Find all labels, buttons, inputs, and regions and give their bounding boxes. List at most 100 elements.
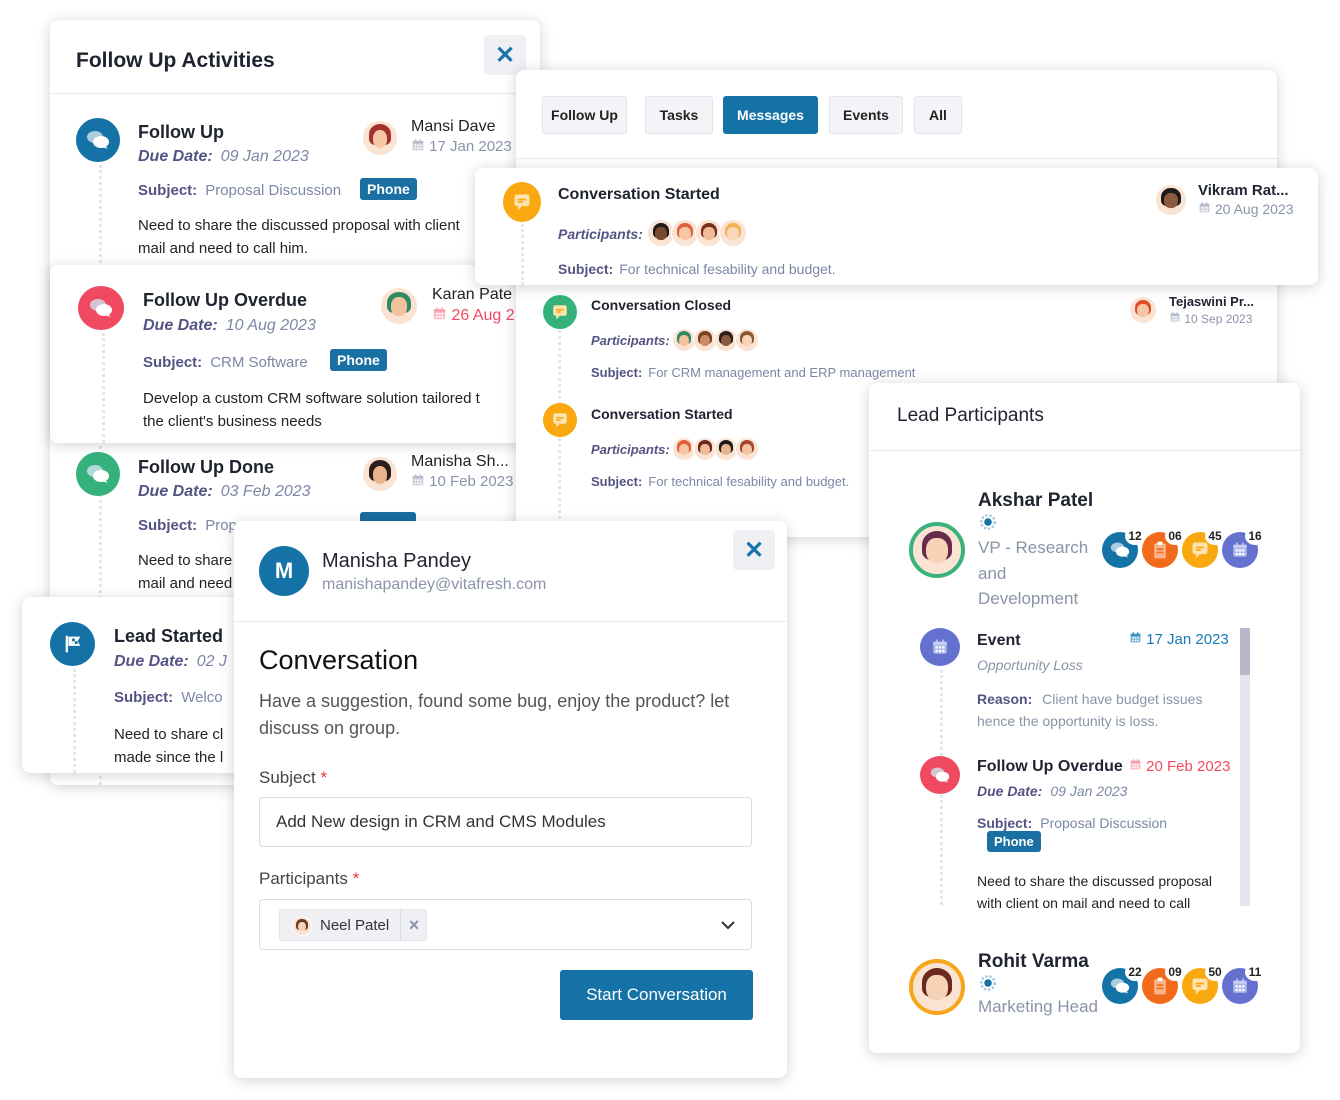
- participant-avatar: [735, 437, 759, 461]
- activity-date: 10 Feb 2023: [411, 473, 513, 490]
- activity-date: 26 Aug 2: [432, 306, 515, 325]
- user-name: Mansi Dave: [411, 118, 496, 135]
- activity-title: Follow Up Overdue: [143, 290, 308, 310]
- user-name: Manisha Sh...: [411, 453, 509, 470]
- conversation-title: Conversation Started: [558, 186, 720, 203]
- chat-icon: [76, 118, 120, 162]
- calendar-icon: [1129, 758, 1142, 771]
- avatar: M: [259, 546, 309, 596]
- participants-label: Participants *: [259, 869, 360, 888]
- chevron-down-icon[interactable]: [720, 917, 736, 933]
- panel-title: Lead Participants: [897, 405, 1044, 426]
- divider: [234, 621, 787, 622]
- conversation-started-card[interactable]: Conversation Started Participants: Subje…: [475, 168, 1318, 285]
- panel-title: Follow Up Activities: [76, 49, 275, 72]
- subject: Subject: For CRM management and ERP manag…: [591, 365, 916, 380]
- subject: Subject: Welco: [114, 689, 223, 706]
- remove-chip-button[interactable]: ×: [400, 910, 427, 940]
- close-button[interactable]: ✕: [733, 530, 775, 570]
- avatar: [362, 456, 398, 492]
- user-name: Vikram Rat...: [1198, 182, 1289, 199]
- phone-badge: Phone: [987, 831, 1041, 852]
- divider: [869, 450, 1300, 451]
- conversation-title: Conversation Started: [591, 406, 733, 422]
- reason: Reason: Client have budget issues hence t…: [977, 691, 1203, 729]
- conversation-date: 20 Aug 2023: [1198, 201, 1294, 217]
- participant-avatar[interactable]: [909, 959, 965, 1015]
- participants-label: Participants:: [591, 333, 670, 348]
- due-date: Due Date: 02 J: [114, 653, 227, 670]
- description: Need to share the discussed proposal with…: [977, 873, 1213, 911]
- avatar: [1129, 296, 1157, 324]
- participants-label: Participants:: [558, 226, 643, 242]
- close-button[interactable]: ✕: [484, 35, 526, 75]
- due-date: Due Date: 09 Jan 2023: [977, 783, 1128, 799]
- tab-tasks[interactable]: Tasks: [645, 96, 713, 134]
- subject: Subject: CRM Software: [143, 354, 308, 371]
- chat-icon: [920, 756, 960, 794]
- activity-date: 17 Jan 2023: [1129, 631, 1229, 648]
- avatar: [380, 287, 418, 325]
- user-name: Tejaswini Pr...: [1169, 294, 1255, 309]
- participants-label: Participants:: [591, 442, 670, 457]
- user-name: Karan Pate: [432, 286, 513, 303]
- scrollbar[interactable]: [1240, 628, 1250, 906]
- activity-date: 20 Feb 2023: [1129, 758, 1230, 775]
- tab-follow-up[interactable]: Follow Up: [542, 96, 627, 134]
- scrollbar-thumb[interactable]: [1240, 628, 1250, 675]
- activity-date: 17 Jan 2023: [411, 138, 512, 155]
- calendar-icon: [1129, 631, 1142, 644]
- phone-badge: Phone: [330, 349, 387, 371]
- due-date: Due Date: 03 Feb 2023: [138, 483, 311, 500]
- calendar-icon: [1169, 311, 1181, 323]
- follow-up-overdue-card[interactable]: Follow Up Overdue Due Date: 10 Aug 2023 K…: [50, 265, 530, 443]
- participant-name: Akshar Patel: [978, 490, 1094, 511]
- modal-title: Conversation: [259, 645, 419, 675]
- divider: [50, 93, 540, 94]
- calendar-icon: [411, 473, 425, 487]
- subject-label: Subject *: [259, 768, 328, 787]
- conversation-modal: M Manisha Pandey manishapandey@vitafresh…: [234, 521, 787, 1078]
- message-icon: [543, 295, 577, 329]
- message-icon: [503, 182, 541, 222]
- subject: Subject: Proposal Discussion: [138, 182, 342, 199]
- participant-chip: Neel Patel ×: [279, 909, 427, 941]
- participant-avatar: [735, 328, 759, 352]
- due-date: Due Date: 10 Aug 2023: [143, 317, 316, 334]
- chip-avatar: [292, 916, 312, 936]
- activity-subtitle: Opportunity Loss: [977, 657, 1083, 673]
- tab-all[interactable]: All: [914, 96, 962, 134]
- participant-avatar[interactable]: [909, 522, 965, 578]
- description: Need to share mail and need: [138, 552, 233, 592]
- participant-role: VP - Research and Development: [978, 538, 1089, 608]
- description: Need to share cl made since the l: [114, 726, 224, 766]
- activity-title: Event: [977, 632, 1021, 649]
- subject-input[interactable]: Add New design in CRM and CMS Modules: [259, 797, 752, 847]
- divider: [516, 158, 1277, 159]
- message-icon: [543, 403, 577, 437]
- avatar: [1155, 184, 1187, 216]
- participants-select[interactable]: Neel Patel ×: [259, 899, 752, 950]
- phone-badge: Phone: [360, 178, 417, 200]
- conversation-date: 10 Sep 2023: [1169, 311, 1252, 326]
- chat-icon: [78, 286, 124, 330]
- participant-role: Marketing Head: [978, 997, 1099, 1016]
- gear-icon: [979, 513, 997, 531]
- tab-messages[interactable]: Messages: [723, 96, 818, 134]
- subject: Subject: Proposal Discussion: [977, 815, 1168, 831]
- close-icon: ✕: [494, 41, 516, 69]
- lead-participants-panel: Lead Participants Akshar Patel VP - Rese…: [869, 383, 1300, 1053]
- activity-title: Follow Up Overdue: [977, 758, 1123, 775]
- due-date: Due Date: 09 Jan 2023: [138, 148, 309, 165]
- calendar-icon: [1198, 201, 1211, 214]
- subject: Subject: Prop: [138, 517, 237, 534]
- subject: Subject: For technical fesability and bud…: [558, 261, 836, 277]
- lead-started-card[interactable]: Lead Started Due Date: 02 J Subject: Welco…: [22, 597, 262, 773]
- calendar-icon: [411, 138, 425, 152]
- start-conversation-button[interactable]: Start Conversation: [560, 970, 753, 1020]
- gear-icon: [979, 974, 997, 992]
- tab-events[interactable]: Events: [829, 96, 903, 134]
- modal-description: Have a suggestion, found some bug, enjoy…: [259, 691, 730, 738]
- activity-title: Lead Started: [114, 626, 224, 646]
- close-icon: ✕: [743, 536, 765, 564]
